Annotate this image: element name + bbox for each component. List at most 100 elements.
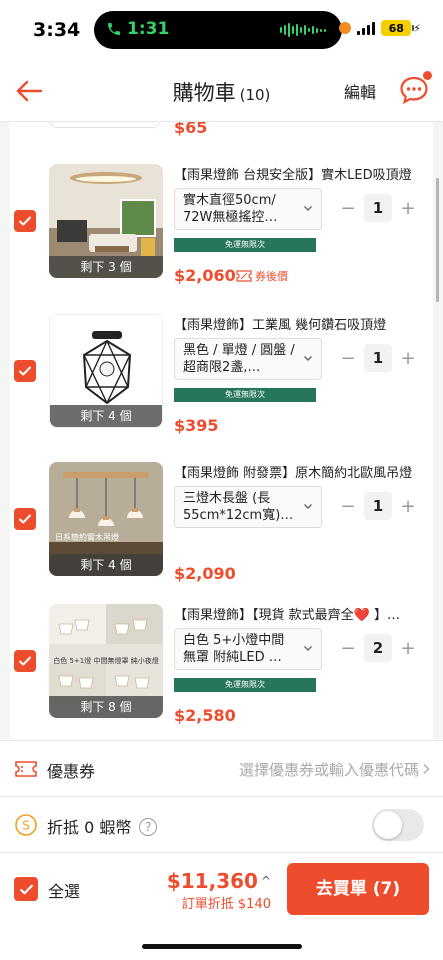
order-total[interactable]: $11,360 ^ 訂單折抵 $140 (167, 869, 271, 912)
quantity-stepper: − 1 + (338, 344, 418, 372)
select-all-checkbox[interactable] (14, 877, 38, 901)
cart-list[interactable]: $65 剩下 3 個 【雨果燈飾 台規安全版】實木LED吸頂燈 實木直徑50cm… (0, 122, 443, 739)
checkout-button[interactable]: 去買單 (7) (287, 863, 429, 915)
checkmark-icon (19, 514, 31, 524)
coins-label-wrap: 折抵 0 蝦幣? (47, 814, 158, 838)
quantity-value[interactable]: 1 (364, 194, 392, 222)
product-price: $2,580 (174, 706, 236, 725)
cart-item: 白色 5+1燈 中間無燈罩 純小夜燈 剩下 8 個 【雨果燈飾】【現貨 款式最齊… (0, 604, 423, 734)
decrease-button[interactable]: − (338, 496, 358, 517)
free-shipping-badge: 免運無限次 (174, 388, 316, 402)
order-savings: 訂單折抵 $140 (181, 897, 271, 912)
quantity-value[interactable]: 2 (364, 634, 392, 662)
chevron-down-icon (304, 206, 312, 211)
increase-button[interactable]: + (398, 496, 418, 517)
item-checkbox[interactable] (14, 508, 36, 530)
audio-wave-icon (280, 23, 326, 37)
variant-text: 三燈木長盤 (長55cm*12cm寬)… (183, 491, 294, 523)
status-indicators: 68 ⚡ (339, 20, 421, 36)
cart-item: 日系簡約實木吊燈 剩下 4 個 【雨果燈飾 附發票】原木簡約北歐風吊燈 三燈木長… (0, 462, 423, 592)
decrease-button[interactable]: − (338, 198, 358, 219)
chevron-down-icon (304, 504, 312, 509)
call-indicator: 1:31 (106, 19, 169, 39)
dynamic-island[interactable]: 1:31 (94, 11, 342, 49)
checkmark-icon (19, 656, 31, 666)
product-price: $2,060 (174, 266, 236, 285)
coin-icon: S (15, 814, 37, 836)
stock-label: 剩下 3 個 (49, 256, 163, 278)
checkmark-icon (19, 216, 31, 226)
checkmark-icon (19, 884, 33, 894)
decrease-button[interactable]: − (338, 638, 358, 659)
chevron-down-icon (304, 356, 312, 361)
free-shipping-badge: 免運無限次 (174, 238, 316, 252)
recording-dot-icon (339, 22, 352, 34)
product-price: $395 (174, 416, 219, 435)
product-name[interactable]: 【雨果燈飾】【現貨 款式最齊全❤️ 】… (174, 604, 416, 623)
product-thumbnail[interactable]: 剩下 3 個 (49, 164, 163, 278)
voucher-price-tag: 券後價 (236, 268, 288, 284)
increase-button[interactable]: + (398, 198, 418, 219)
call-timer: 1:31 (127, 19, 170, 39)
battery-icon: 68 (381, 20, 415, 36)
item-checkbox[interactable] (14, 360, 36, 382)
signal-icon (357, 21, 376, 35)
chevron-up-icon: ^ (260, 874, 271, 888)
total-amount: $11,360 (166, 869, 258, 893)
home-indicator[interactable] (142, 944, 302, 949)
product-name[interactable]: 【雨果燈飾 台規安全版】實木LED吸頂燈 (174, 164, 416, 183)
voucher-label: 優惠券 (47, 762, 96, 781)
cart-item: 剩下 4 個 【雨果燈飾】工業風 幾何鑽石吸頂燈 黑色 / 單燈 / 圓盤 / … (0, 314, 423, 444)
increase-button[interactable]: + (398, 348, 418, 369)
product-thumbnail[interactable]: 日系簡約實木吊燈 剩下 4 個 (49, 462, 163, 576)
quantity-stepper: − 1 + (338, 194, 418, 222)
voucher-price-label: 券後價 (255, 270, 288, 283)
voucher-icon (236, 270, 252, 282)
product-price: $2,090 (174, 564, 236, 583)
item-checkbox[interactable] (14, 210, 36, 232)
previous-item-thumbnail[interactable] (49, 122, 161, 128)
increase-button[interactable]: + (398, 638, 418, 659)
stock-label: 剩下 8 個 (49, 696, 163, 718)
variant-selector[interactable]: 白色 5+小燈中間無罩 附純LED … (174, 628, 322, 670)
voucher-row[interactable]: 優惠券 選擇優惠券或輸入優惠代碼 (0, 740, 443, 796)
page-title-wrap: 購物車 (10) (0, 77, 443, 107)
select-all-label[interactable]: 全選 (48, 878, 80, 902)
quantity-value[interactable]: 1 (364, 492, 392, 520)
scrollbar[interactable] (436, 178, 439, 302)
product-thumbnail[interactable]: 白色 5+1燈 中間無燈罩 純小夜燈 剩下 8 個 (49, 604, 163, 718)
variant-text: 黑色 / 單燈 / 圓盤 / 超商限2盞,… (183, 343, 295, 375)
help-icon[interactable]: ? (139, 818, 158, 836)
chat-notification-dot (423, 71, 432, 80)
cart-count: (10) (239, 86, 271, 104)
free-shipping-badge: 免運無限次 (174, 678, 316, 692)
decrease-button[interactable]: − (338, 348, 358, 369)
charging-icon: ⚡ (413, 21, 421, 35)
variant-selector[interactable]: 三燈木長盤 (長55cm*12cm寬)… (174, 486, 322, 528)
quantity-value[interactable]: 1 (364, 344, 392, 372)
cart-header: 購物車 (10) 編輯 (0, 60, 443, 122)
battery-level: 68 (388, 21, 404, 35)
variant-selector[interactable]: 實木直徑50cm/ 72W無極搖控… (174, 188, 322, 230)
item-checkbox[interactable] (14, 650, 36, 672)
edit-button[interactable]: 編輯 (344, 79, 376, 103)
status-bar: 3:34 1:31 68 ⚡ (0, 0, 443, 60)
product-thumbnail[interactable]: 剩下 4 個 (49, 314, 163, 428)
product-name[interactable]: 【雨果燈飾】工業風 幾何鑽石吸頂燈 (174, 314, 416, 333)
toggle-knob (374, 811, 402, 839)
coins-toggle[interactable] (372, 809, 424, 841)
stock-label: 剩下 4 個 (49, 554, 163, 576)
previous-item-price: $65 (174, 122, 208, 137)
thumbnail-caption: 日系簡約實木吊燈 (55, 533, 119, 542)
thumbnail-caption: 白色 5+1燈 中間無燈罩 純小夜燈 (53, 657, 159, 665)
quantity-stepper: − 2 + (338, 634, 418, 662)
variant-selector[interactable]: 黑色 / 單燈 / 圓盤 / 超商限2盞,… (174, 338, 322, 380)
variant-text: 白色 5+小燈中間無罩 附純LED … (183, 633, 285, 665)
checkmark-icon (19, 366, 31, 376)
variant-text: 實木直徑50cm/ 72W無極搖控… (183, 193, 278, 225)
checkout-bar: 全選 $11,360 ^ 訂單折抵 $140 去買單 (7) (0, 852, 443, 924)
voucher-hint: 選擇優惠券或輸入優惠代碼 (238, 761, 419, 779)
quantity-stepper: − 1 + (338, 492, 418, 520)
phone-icon (108, 23, 120, 35)
product-name[interactable]: 【雨果燈飾 附發票】原木簡約北歐風吊燈 (174, 462, 416, 481)
